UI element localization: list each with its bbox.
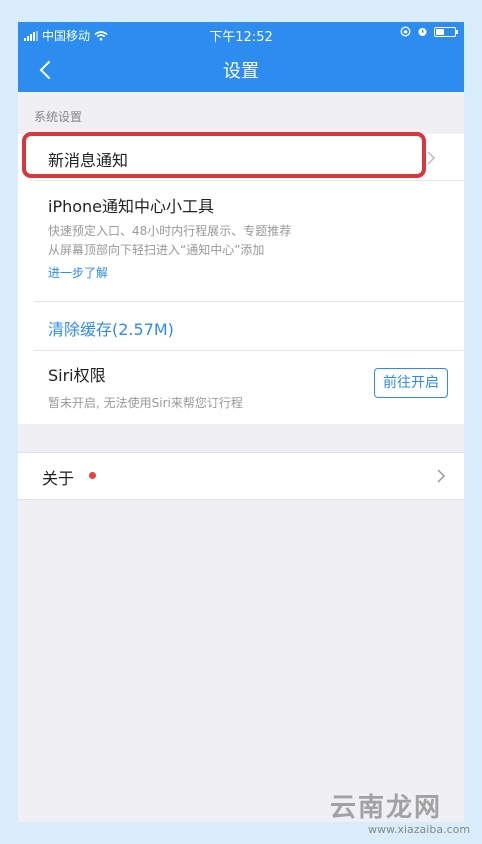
learn-more-link[interactable]: 进一步了解 <box>48 264 108 281</box>
chevron-right-icon <box>427 151 436 165</box>
go-enable-button[interactable]: 前往开启 <box>374 368 448 398</box>
watermark: 云南龙网 www.xiazaiba.com <box>330 785 480 840</box>
siri-desc: 暂未开启, 无法使用Siri来帮您订行程 <box>48 396 243 410</box>
section-header-system: 系统设置 <box>34 110 83 124</box>
alarm-icon <box>418 28 427 36</box>
watermark-url: www.xiazaiba.com <box>368 823 471 836</box>
new-badge-dot <box>89 472 96 479</box>
row-about[interactable]: 关于 <box>18 452 464 500</box>
navigation-bar: 设置 <box>18 46 464 92</box>
page-title: 设置 <box>223 61 259 82</box>
widget-desc-line1: 快速预定入口、48小时内行程展示、专题推荐 <box>48 224 292 238</box>
phone-screen: 中国移动 下午12:52 设置 系统设置 新消息通知 iPhone通知中心小工具… <box>18 22 464 822</box>
about-label: 关于 <box>42 469 75 488</box>
widget-title: iPhone通知中心小工具 <box>48 197 215 216</box>
watermark-brand: 云南龙网 <box>330 793 443 823</box>
row-clear-cache[interactable]: 清除缓存(2.57M) <box>18 302 464 350</box>
battery-icon <box>434 26 458 37</box>
lock-rotation-icon <box>400 26 411 37</box>
chevron-right-icon <box>437 469 446 483</box>
clear-cache-label: 清除缓存(2.57M) <box>48 320 174 339</box>
row-new-message-notification[interactable]: 新消息通知 <box>18 134 464 180</box>
status-time: 下午12:52 <box>209 30 273 45</box>
new-message-label: 新消息通知 <box>48 151 129 170</box>
siri-title: Siri权限 <box>48 366 106 385</box>
status-right <box>400 26 458 37</box>
status-bar: 中国移动 下午12:52 <box>18 22 464 46</box>
row-iphone-widget[interactable]: iPhone通知中心小工具 快速预定入口、48小时内行程展示、专题推荐 从屏幕顶… <box>18 181 464 301</box>
widget-desc-line2: 从屏幕顶部向下轻扫进入“通知中心”添加 <box>48 243 265 257</box>
